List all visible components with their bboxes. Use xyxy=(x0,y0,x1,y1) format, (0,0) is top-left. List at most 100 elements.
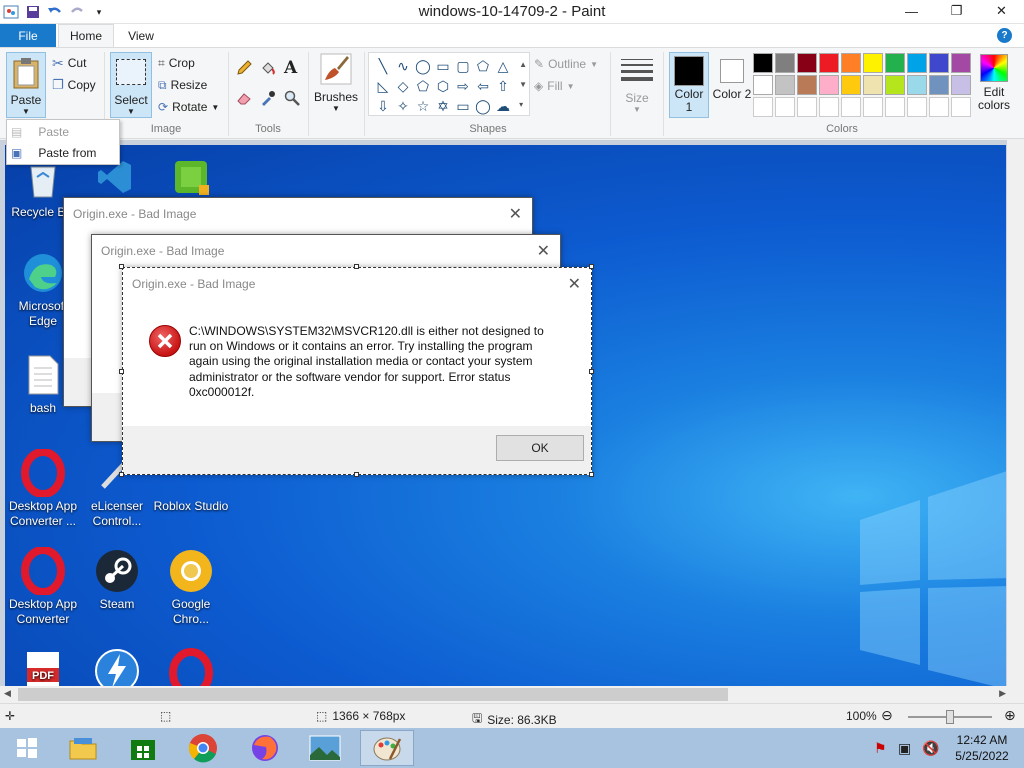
palette-swatch[interactable] xyxy=(885,75,905,95)
palette-swatch[interactable] xyxy=(797,53,817,73)
cut-button[interactable]: ✂ Cut xyxy=(52,53,86,73)
zoom-out-icon[interactable]: ⊖ xyxy=(881,707,893,724)
scroll-right-icon[interactable]: ▶ xyxy=(999,688,1006,699)
palette-swatch[interactable] xyxy=(863,75,883,95)
taskbar-file-explorer[interactable] xyxy=(56,730,110,766)
palette-swatch[interactable] xyxy=(907,97,927,117)
desktop-icon-lightning[interactable] xyxy=(79,647,155,686)
six-point-star-icon[interactable]: ✡ xyxy=(433,96,453,116)
selection-handle[interactable] xyxy=(119,369,124,374)
selection-handle[interactable] xyxy=(589,264,594,269)
edit-colors-button[interactable]: Edit colors xyxy=(975,54,1013,112)
desktop-icon-desktop-app-converter-2[interactable]: Desktop App Converter xyxy=(5,547,81,627)
rotate-button[interactable]: ⟳ Rotate ▼ xyxy=(158,97,219,117)
color2-selector[interactable]: Color 2 xyxy=(712,52,752,118)
resize-button[interactable]: ⧉ Resize xyxy=(158,75,207,95)
desktop-icon-desktop-app-converter-1[interactable]: Desktop App Converter ... xyxy=(5,449,81,529)
rectangle-shape-icon[interactable]: ▭ xyxy=(433,56,453,76)
tab-view[interactable]: View xyxy=(116,24,166,47)
palette-swatch[interactable] xyxy=(753,75,773,95)
palette-swatch[interactable] xyxy=(775,75,795,95)
dialog-close-button[interactable]: ✕ xyxy=(537,241,550,261)
pentagon-shape-icon[interactable]: ⬠ xyxy=(413,76,433,96)
palette-swatch[interactable] xyxy=(929,75,949,95)
selection-handle[interactable] xyxy=(589,472,594,477)
vertical-scrollbar[interactable] xyxy=(1007,140,1024,686)
fill-tool[interactable] xyxy=(260,60,276,79)
palette-swatch[interactable] xyxy=(841,75,861,95)
palette-swatch[interactable] xyxy=(797,97,817,117)
callout-oval-icon[interactable]: ◯ xyxy=(473,96,493,116)
text-tool[interactable]: A xyxy=(284,58,297,78)
color-picker-tool[interactable] xyxy=(260,90,276,109)
fill-button[interactable]: ◈ Fill ▼ xyxy=(534,76,574,96)
curve-shape-icon[interactable]: ∿ xyxy=(393,56,413,76)
action-center-flag-icon[interactable]: ⚑ xyxy=(874,740,887,757)
palette-swatch[interactable] xyxy=(819,97,839,117)
palette-swatch[interactable] xyxy=(951,53,971,73)
hexagon-shape-icon[interactable]: ⬡ xyxy=(433,76,453,96)
zoom-slider-thumb[interactable] xyxy=(946,710,954,724)
taskbar-photos[interactable] xyxy=(298,730,352,766)
palette-swatch[interactable] xyxy=(929,53,949,73)
palette-swatch[interactable] xyxy=(951,75,971,95)
desktop-icon-google-chrome[interactable]: Google Chro... xyxy=(153,547,229,627)
minimize-button[interactable]: — xyxy=(889,0,934,22)
eraser-tool[interactable] xyxy=(236,90,252,109)
zoom-in-icon[interactable]: ⊕ xyxy=(1004,707,1016,724)
palette-swatch[interactable] xyxy=(863,97,883,117)
palette-swatch[interactable] xyxy=(885,53,905,73)
horizontal-scroll-thumb[interactable] xyxy=(18,688,728,701)
four-point-star-icon[interactable]: ✧ xyxy=(393,96,413,116)
taskbar-clock[interactable]: 12:42 AM 5/25/2022 xyxy=(947,732,1017,764)
volume-muted-icon[interactable]: 🔇 xyxy=(922,740,939,757)
callout-rect-icon[interactable]: ▭ xyxy=(453,96,473,116)
selection-handle[interactable] xyxy=(119,472,124,477)
palette-swatch[interactable] xyxy=(951,97,971,117)
size-button[interactable]: Size ▼ xyxy=(616,56,658,114)
taskbar-firefox[interactable] xyxy=(238,730,292,766)
selection-handle[interactable] xyxy=(354,472,359,477)
selection-handle[interactable] xyxy=(119,264,124,269)
close-button[interactable]: ✕ xyxy=(979,0,1024,22)
left-arrow-shape-icon[interactable]: ⇦ xyxy=(473,76,493,96)
rounded-rect-shape-icon[interactable]: ▢ xyxy=(453,56,473,76)
five-point-star-icon[interactable]: ☆ xyxy=(413,96,433,116)
selection-handle[interactable] xyxy=(589,369,594,374)
palette-swatch[interactable] xyxy=(929,97,949,117)
dialog-close-button[interactable]: ✕ xyxy=(509,204,522,224)
desktop-icon-opera[interactable] xyxy=(153,647,229,686)
selection-handle[interactable] xyxy=(354,264,359,269)
shapes-scroll[interactable]: ▲ ▼ ▾ xyxy=(519,55,527,115)
line-shape-icon[interactable]: ╲ xyxy=(373,56,393,76)
palette-swatch[interactable] xyxy=(819,53,839,73)
magnifier-tool[interactable] xyxy=(284,90,300,109)
palette-swatch[interactable] xyxy=(775,53,795,73)
horizontal-scrollbar[interactable]: ◀ ▶ xyxy=(0,686,1024,703)
copy-button[interactable]: ❐ Copy xyxy=(52,75,96,95)
palette-swatch[interactable] xyxy=(775,97,795,117)
up-arrow-shape-icon[interactable]: ⇧ xyxy=(493,76,513,96)
scroll-left-icon[interactable]: ◀ xyxy=(4,688,11,699)
triangle-shape-icon[interactable]: △ xyxy=(493,56,513,76)
desktop-icon-steam[interactable]: Steam xyxy=(79,547,155,612)
palette-swatch[interactable] xyxy=(841,53,861,73)
pencil-tool[interactable] xyxy=(236,60,252,79)
palette-swatch[interactable] xyxy=(863,53,883,73)
diamond-shape-icon[interactable]: ◇ xyxy=(393,76,413,96)
brushes-button[interactable]: Brushes ▼ xyxy=(312,52,360,113)
select-button[interactable]: Select ▼ xyxy=(110,52,152,118)
help-icon[interactable]: ? xyxy=(997,28,1012,43)
network-icon[interactable]: ▣ xyxy=(898,740,911,757)
right-arrow-shape-icon[interactable]: ⇨ xyxy=(453,76,473,96)
right-triangle-shape-icon[interactable]: ◺ xyxy=(373,76,393,96)
palette-swatch[interactable] xyxy=(819,75,839,95)
oval-shape-icon[interactable]: ◯ xyxy=(413,56,433,76)
tab-file[interactable]: File xyxy=(0,24,56,47)
palette-swatch[interactable] xyxy=(907,75,927,95)
taskbar-paint[interactable] xyxy=(360,730,414,766)
ok-button[interactable]: OK xyxy=(496,435,584,461)
palette-swatch[interactable] xyxy=(797,75,817,95)
menu-item-paste-from[interactable]: ▣ Paste from xyxy=(11,143,96,163)
color1-selector[interactable]: Color 1 xyxy=(669,52,709,118)
